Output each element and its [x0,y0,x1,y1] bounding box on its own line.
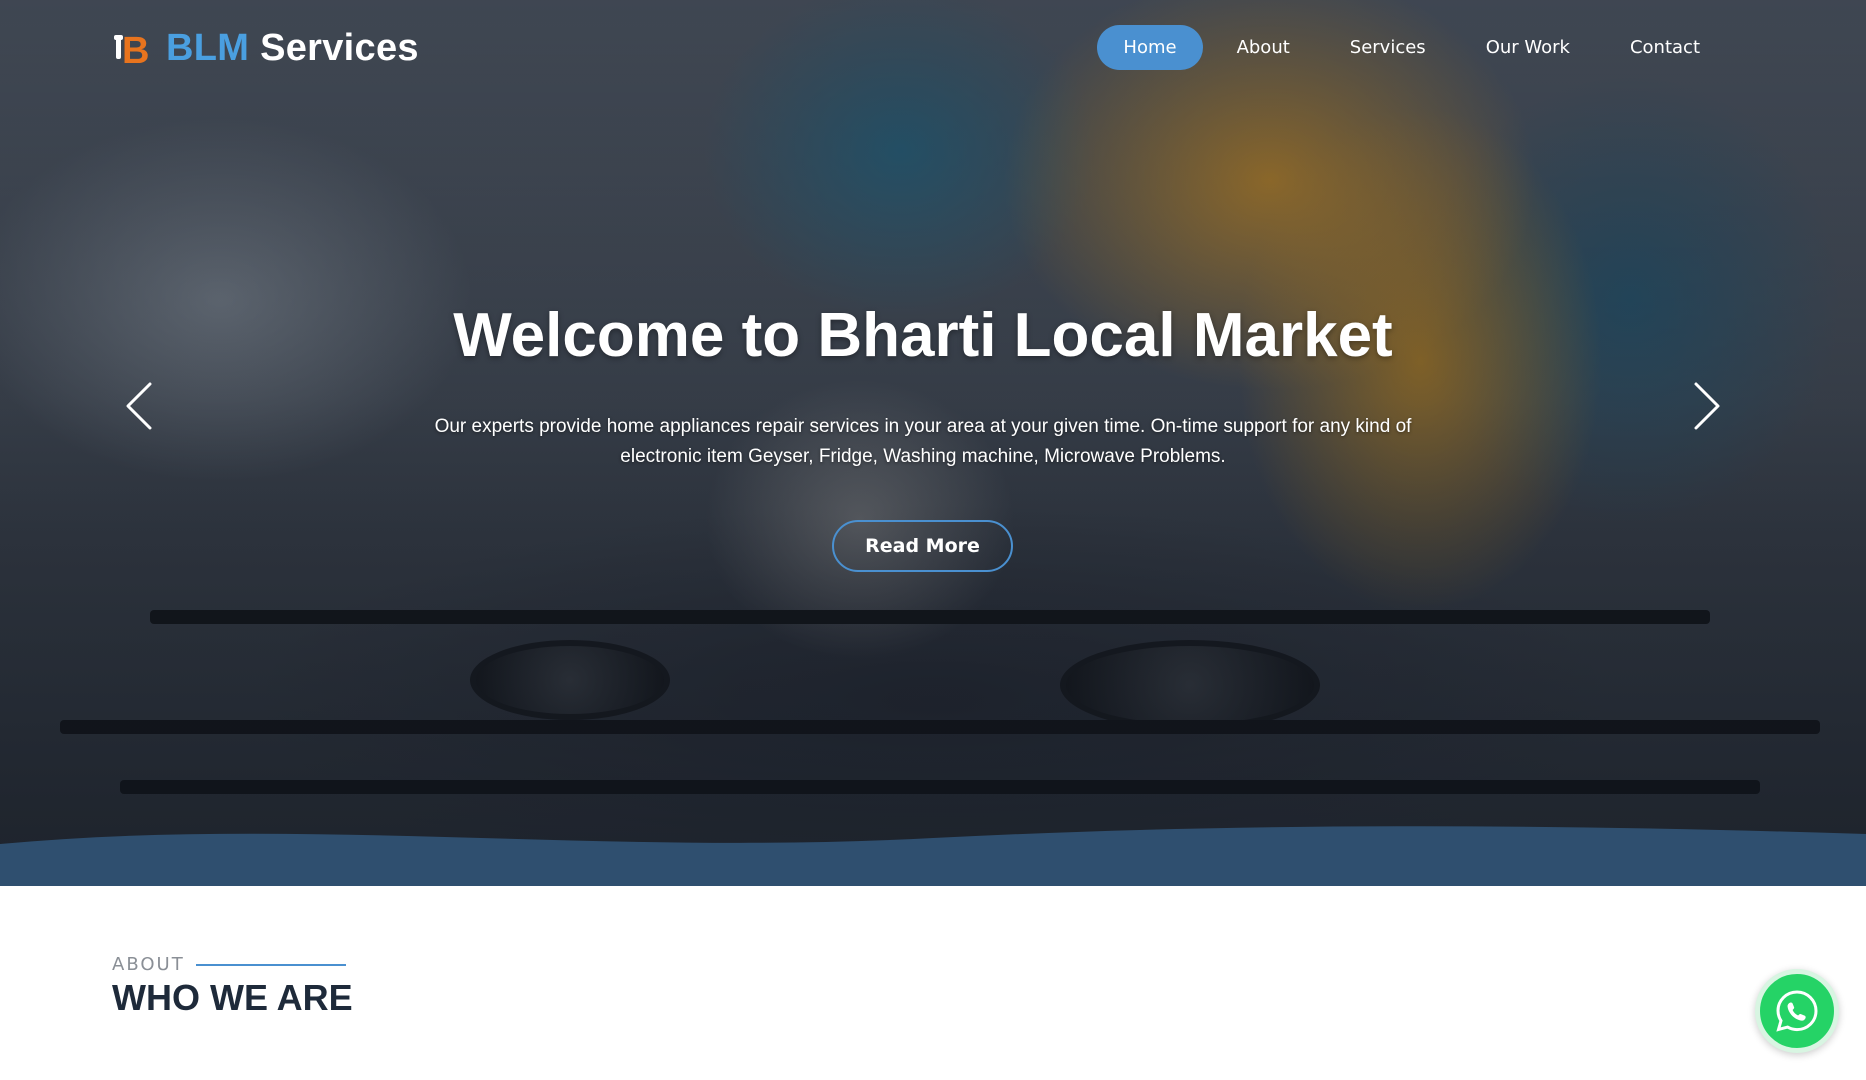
chevron-right-icon [1694,382,1720,430]
chevron-left-icon [126,382,152,430]
main-nav: Home About Services Our Work Contact [1097,25,1726,70]
nav-home[interactable]: Home [1097,25,1203,70]
brand-logo-link[interactable]: B BLM Services [114,26,419,70]
hero-title: Welcome to Bharti Local Market [453,301,1393,370]
read-more-button[interactable]: Read More [832,520,1013,572]
nav-about[interactable]: About [1211,25,1316,70]
nav-services[interactable]: Services [1324,25,1452,70]
brand-name-accent: BLM [166,26,250,69]
whatsapp-button[interactable] [1755,969,1839,1053]
hero-description: Our experts provide home appliances repa… [434,416,1412,467]
slider-next-button[interactable] [1686,380,1726,432]
slider-prev-button[interactable] [120,380,160,432]
brand-name: BLM Services [166,27,419,70]
whatsapp-icon [1776,990,1818,1032]
about-eyebrow-line [196,964,346,966]
nav-our-work[interactable]: Our Work [1460,25,1596,70]
about-eyebrow: ABOUT [112,954,185,975]
brand-logo-icon: B [114,30,149,69]
brand-name-rest: Services [260,26,419,69]
about-title: WHO WE ARE [112,977,353,1018]
svg-text:B: B [122,30,149,69]
hero-wave-divider [0,826,1866,886]
nav-contact[interactable]: Contact [1604,25,1726,70]
